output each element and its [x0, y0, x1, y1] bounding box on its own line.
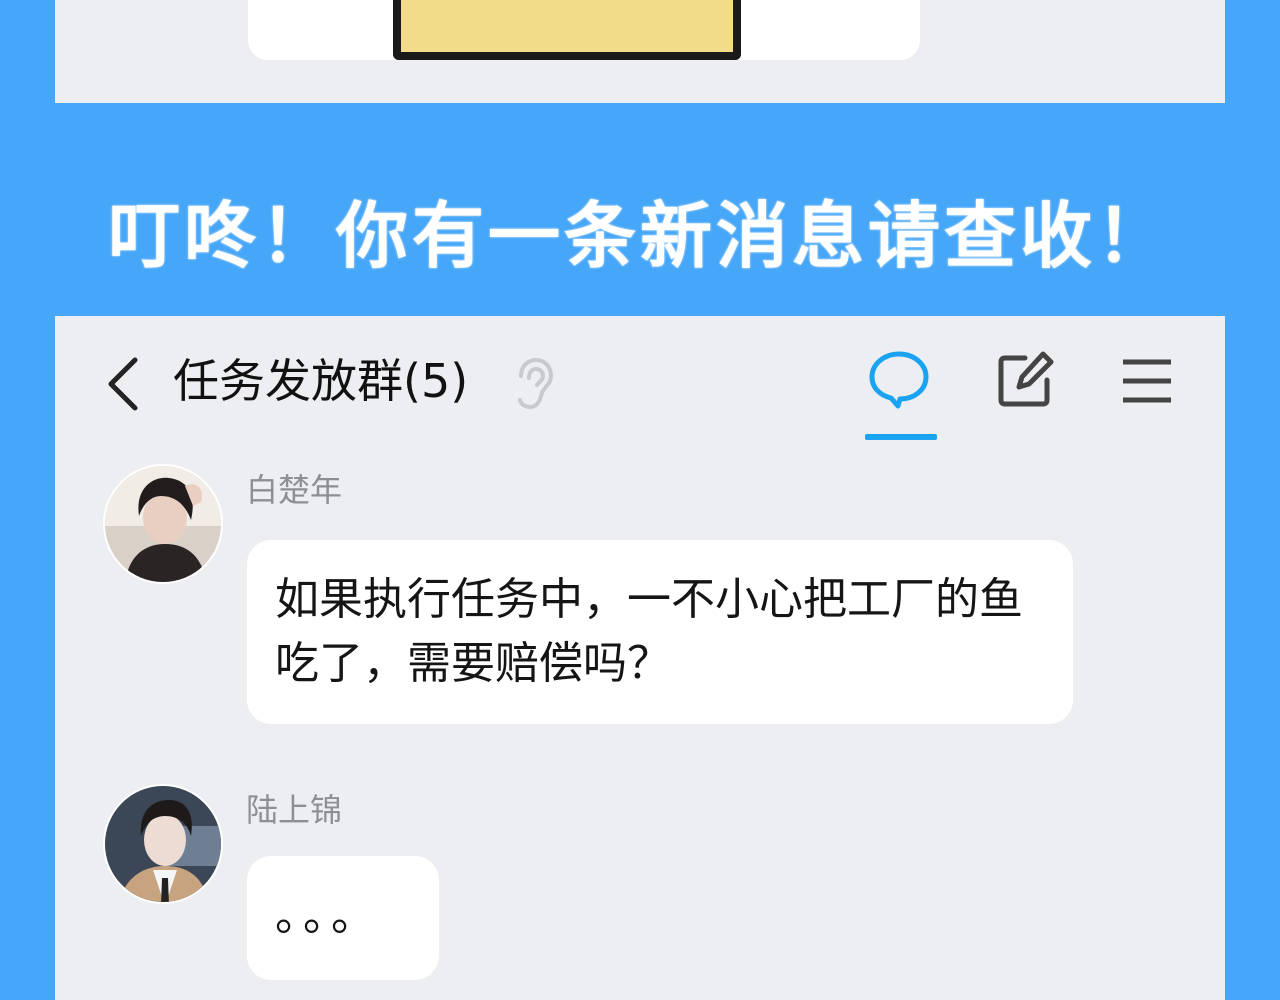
menu-icon[interactable] [1121, 356, 1173, 406]
headline: 叮咚！你有一条新消息请查收！ [107, 194, 1172, 278]
back-chevron-icon[interactable] [103, 356, 143, 412]
message-bubble[interactable]: 。。。 [247, 856, 439, 980]
sender-name: 陆上锦 [246, 791, 343, 829]
active-tab-indicator [865, 434, 937, 440]
ear-icon[interactable] [509, 356, 555, 412]
previous-card [248, 0, 920, 60]
sender-name: 白楚年 [246, 471, 343, 509]
chat-window: 任务发放群(5) 白楚年 如果执行任务中，一不小心把工厂的鱼吃了，需要赔偿吗？ … [55, 316, 1225, 1000]
previous-card-illustration [393, 0, 741, 60]
avatar-portrait-icon [105, 786, 221, 902]
message-bubble[interactable]: 如果执行任务中，一不小心把工厂的鱼吃了，需要赔偿吗？ [247, 540, 1073, 724]
group-title: 任务发放群(5) [173, 354, 469, 408]
chat-header: 任务发放群(5) [55, 316, 1225, 446]
edit-icon[interactable] [995, 350, 1055, 410]
chat-bubble-icon[interactable] [867, 348, 931, 412]
avatar[interactable] [103, 464, 223, 584]
avatar-portrait-icon [105, 466, 221, 582]
avatar[interactable] [103, 784, 223, 904]
previous-panel [55, 0, 1225, 103]
